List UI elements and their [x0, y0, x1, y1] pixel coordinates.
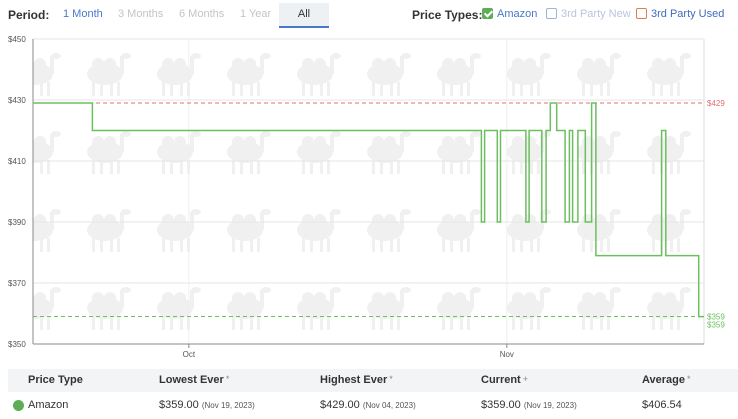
period-option-6-months[interactable]: 6 Months	[179, 8, 224, 20]
amazon-series-dot	[13, 400, 24, 411]
x-tick-label: Nov	[500, 350, 514, 359]
header-highest-ever: Highest Ever *	[320, 374, 393, 386]
period-option-all[interactable]: All	[279, 3, 329, 28]
x-tick-label: Oct	[183, 350, 196, 359]
period-option-1-year[interactable]: 1 Year	[240, 8, 271, 20]
row-lowest-ever: $359.00 (Nov 19, 2023)	[159, 399, 255, 411]
highest-ever-note-mark[interactable]: *	[389, 374, 393, 384]
period-label: Period:	[8, 8, 50, 22]
third-party-new-checkbox[interactable]	[546, 8, 557, 19]
current-price-label: $359	[707, 321, 725, 330]
y-tick-label: $410	[8, 157, 26, 166]
period-option-3-months[interactable]: 3 Months	[118, 8, 163, 20]
header-lowest-ever: Lowest Ever *	[159, 374, 230, 386]
row-highest-ever: $429.00 (Nov 04, 2023)	[320, 399, 416, 411]
third-party-new-label[interactable]: 3rd Party New	[561, 8, 631, 20]
header-average: Average *	[642, 374, 691, 386]
header-price-type: Price Type	[28, 374, 83, 386]
x-axis: Oct Nov	[33, 343, 704, 359]
third-party-used-label[interactable]: 3rd Party Used	[651, 8, 724, 20]
y-tick-label: $370	[8, 279, 26, 288]
y-tick-label: $390	[8, 218, 26, 227]
price-history-chart[interactable]: $450 $430 $410 $390 $370 $350 Oct Nov $429 $359…	[0, 34, 738, 364]
average-note-mark[interactable]: *	[687, 374, 691, 384]
chart-controls: Period: 1 Month 3 Months 6 Months 1 Year…	[0, 0, 738, 30]
y-tick-label: $350	[8, 340, 26, 349]
third-party-used-checkbox[interactable]	[636, 8, 647, 19]
amazon-price-type-label[interactable]: Amazon	[497, 8, 537, 20]
lowest-ever-note-mark[interactable]: *	[226, 374, 230, 384]
row-current: $359.00 (Nov 19, 2023)	[481, 399, 577, 411]
period-option-1-month[interactable]: 1 Month	[63, 8, 103, 20]
amazon-checkbox[interactable]	[482, 8, 493, 19]
reference-line-label: $429	[707, 99, 725, 108]
row-price-type: Amazon	[28, 399, 69, 411]
chart-watermark	[33, 39, 704, 344]
price-types-label: Price Types:	[412, 8, 483, 22]
current-note-mark[interactable]: +	[523, 374, 528, 384]
row-average: $406.54	[642, 399, 682, 411]
header-current: Current +	[481, 374, 528, 386]
y-tick-label: $450	[8, 35, 26, 44]
y-tick-label: $430	[8, 96, 26, 105]
